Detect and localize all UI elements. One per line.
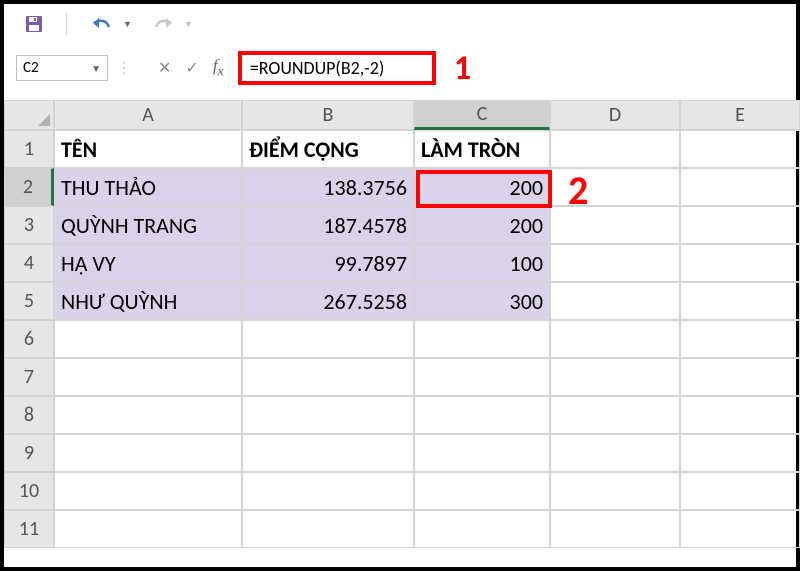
cancel-icon[interactable]: ✕ xyxy=(158,58,171,78)
row-header-1[interactable]: 1 xyxy=(4,130,54,168)
col-header-D[interactable]: D xyxy=(550,100,680,130)
col-header-A[interactable]: A xyxy=(54,100,242,130)
cell-A1[interactable]: TÊN xyxy=(54,130,242,168)
cell-D4[interactable] xyxy=(550,244,680,282)
cell-B11[interactable] xyxy=(242,510,414,548)
formula-input[interactable]: =ROUNDUP(B2,-2) xyxy=(238,51,436,85)
cell-E7[interactable] xyxy=(680,358,800,396)
cell-A4[interactable]: HẠ VY xyxy=(54,244,242,282)
cell-A6[interactable] xyxy=(54,320,242,358)
quick-access-toolbar: ▼ ▼ xyxy=(4,4,796,44)
cell-A5[interactable]: NHƯ QUỲNH xyxy=(54,282,242,320)
row-header-10[interactable]: 10 xyxy=(4,472,54,510)
cell-C10[interactable] xyxy=(414,472,550,510)
cell-B6[interactable] xyxy=(242,320,414,358)
cell-D6[interactable] xyxy=(550,320,680,358)
cell-C8[interactable] xyxy=(414,396,550,434)
col-header-B[interactable]: B xyxy=(242,100,414,130)
save-icon[interactable] xyxy=(24,14,44,34)
undo-icon[interactable] xyxy=(89,15,115,33)
cell-B2[interactable]: 138.3756 xyxy=(242,168,414,206)
enter-icon[interactable]: ✓ xyxy=(185,58,198,78)
row-header-11[interactable]: 11 xyxy=(4,510,54,548)
cell-E11[interactable] xyxy=(680,510,800,548)
cell-C11[interactable] xyxy=(414,510,550,548)
row-header-4[interactable]: 4 xyxy=(4,244,54,282)
annotation-1: 1 xyxy=(454,48,471,89)
cell-E4[interactable] xyxy=(680,244,800,282)
cell-A3[interactable]: QUỲNH TRANG xyxy=(54,206,242,244)
cell-D11[interactable] xyxy=(550,510,680,548)
cell-C4[interactable]: 100 xyxy=(414,244,550,282)
cell-B7[interactable] xyxy=(242,358,414,396)
fx-icon[interactable]: fx xyxy=(213,56,224,80)
name-box[interactable]: C2 ▼ xyxy=(16,55,108,81)
redo-icon[interactable] xyxy=(150,15,176,33)
cell-E5[interactable] xyxy=(680,282,800,320)
col-header-C[interactable]: C xyxy=(414,100,550,130)
spreadsheet-grid[interactable]: A B C D E 1 TÊN ĐIỂM CỘNG LÀM TRÒN 2 THU… xyxy=(4,100,796,548)
cell-D5[interactable] xyxy=(550,282,680,320)
name-box-value: C2 xyxy=(23,59,39,77)
chevron-down-icon[interactable]: ▼ xyxy=(91,62,101,75)
cell-B3[interactable]: 187.4578 xyxy=(242,206,414,244)
undo-dropdown-icon[interactable]: ▼ xyxy=(123,19,132,30)
cell-B4[interactable]: 99.7897 xyxy=(242,244,414,282)
row-header-5[interactable]: 5 xyxy=(4,282,54,320)
cell-E8[interactable] xyxy=(680,396,800,434)
cell-A9[interactable] xyxy=(54,434,242,472)
cell-C1[interactable]: LÀM TRÒN xyxy=(414,130,550,168)
formula-text: =ROUNDUP(B2,-2) xyxy=(250,57,385,79)
separator xyxy=(66,13,67,35)
col-header-E[interactable]: E xyxy=(680,100,800,130)
row-header-7[interactable]: 7 xyxy=(4,358,54,396)
cell-B8[interactable] xyxy=(242,396,414,434)
cell-C9[interactable] xyxy=(414,434,550,472)
formula-bar-row: C2 ▼ ⋮ ✕ ✓ fx =ROUNDUP(B2,-2) 1 xyxy=(4,50,796,86)
cell-B5[interactable]: 267.5258 xyxy=(242,282,414,320)
cell-C6[interactable] xyxy=(414,320,550,358)
cell-C2[interactable]: 200 xyxy=(414,168,550,206)
cell-C5[interactable]: 300 xyxy=(414,282,550,320)
cell-E3[interactable] xyxy=(680,206,800,244)
cell-D8[interactable] xyxy=(550,396,680,434)
cell-C7[interactable] xyxy=(414,358,550,396)
cell-E6[interactable] xyxy=(680,320,800,358)
cell-E9[interactable] xyxy=(680,434,800,472)
cell-A8[interactable] xyxy=(54,396,242,434)
cell-C3[interactable]: 200 xyxy=(414,206,550,244)
cell-D1[interactable] xyxy=(550,130,680,168)
row-header-2[interactable]: 2 xyxy=(4,168,54,206)
row-header-8[interactable]: 8 xyxy=(4,396,54,434)
cell-E10[interactable] xyxy=(680,472,800,510)
cell-D7[interactable] xyxy=(550,358,680,396)
row-header-3[interactable]: 3 xyxy=(4,206,54,244)
row-header-6[interactable]: 6 xyxy=(4,320,54,358)
cell-B10[interactable] xyxy=(242,472,414,510)
cell-E1[interactable] xyxy=(680,130,800,168)
cell-A7[interactable] xyxy=(54,358,242,396)
cell-A11[interactable] xyxy=(54,510,242,548)
cell-A10[interactable] xyxy=(54,472,242,510)
cell-E2[interactable] xyxy=(680,168,800,206)
cell-D10[interactable] xyxy=(550,472,680,510)
row-header-9[interactable]: 9 xyxy=(4,434,54,472)
annotation-2: 2 xyxy=(568,166,588,215)
cell-D9[interactable] xyxy=(550,434,680,472)
redo-dropdown-icon[interactable]: ▼ xyxy=(184,19,193,30)
cell-B1[interactable]: ĐIỂM CỘNG xyxy=(242,130,414,168)
cell-B9[interactable] xyxy=(242,434,414,472)
select-all-corner[interactable] xyxy=(4,100,54,130)
formula-controls: ✕ ✓ fx xyxy=(158,56,224,80)
cell-A2[interactable]: THU THẢO xyxy=(54,168,242,206)
